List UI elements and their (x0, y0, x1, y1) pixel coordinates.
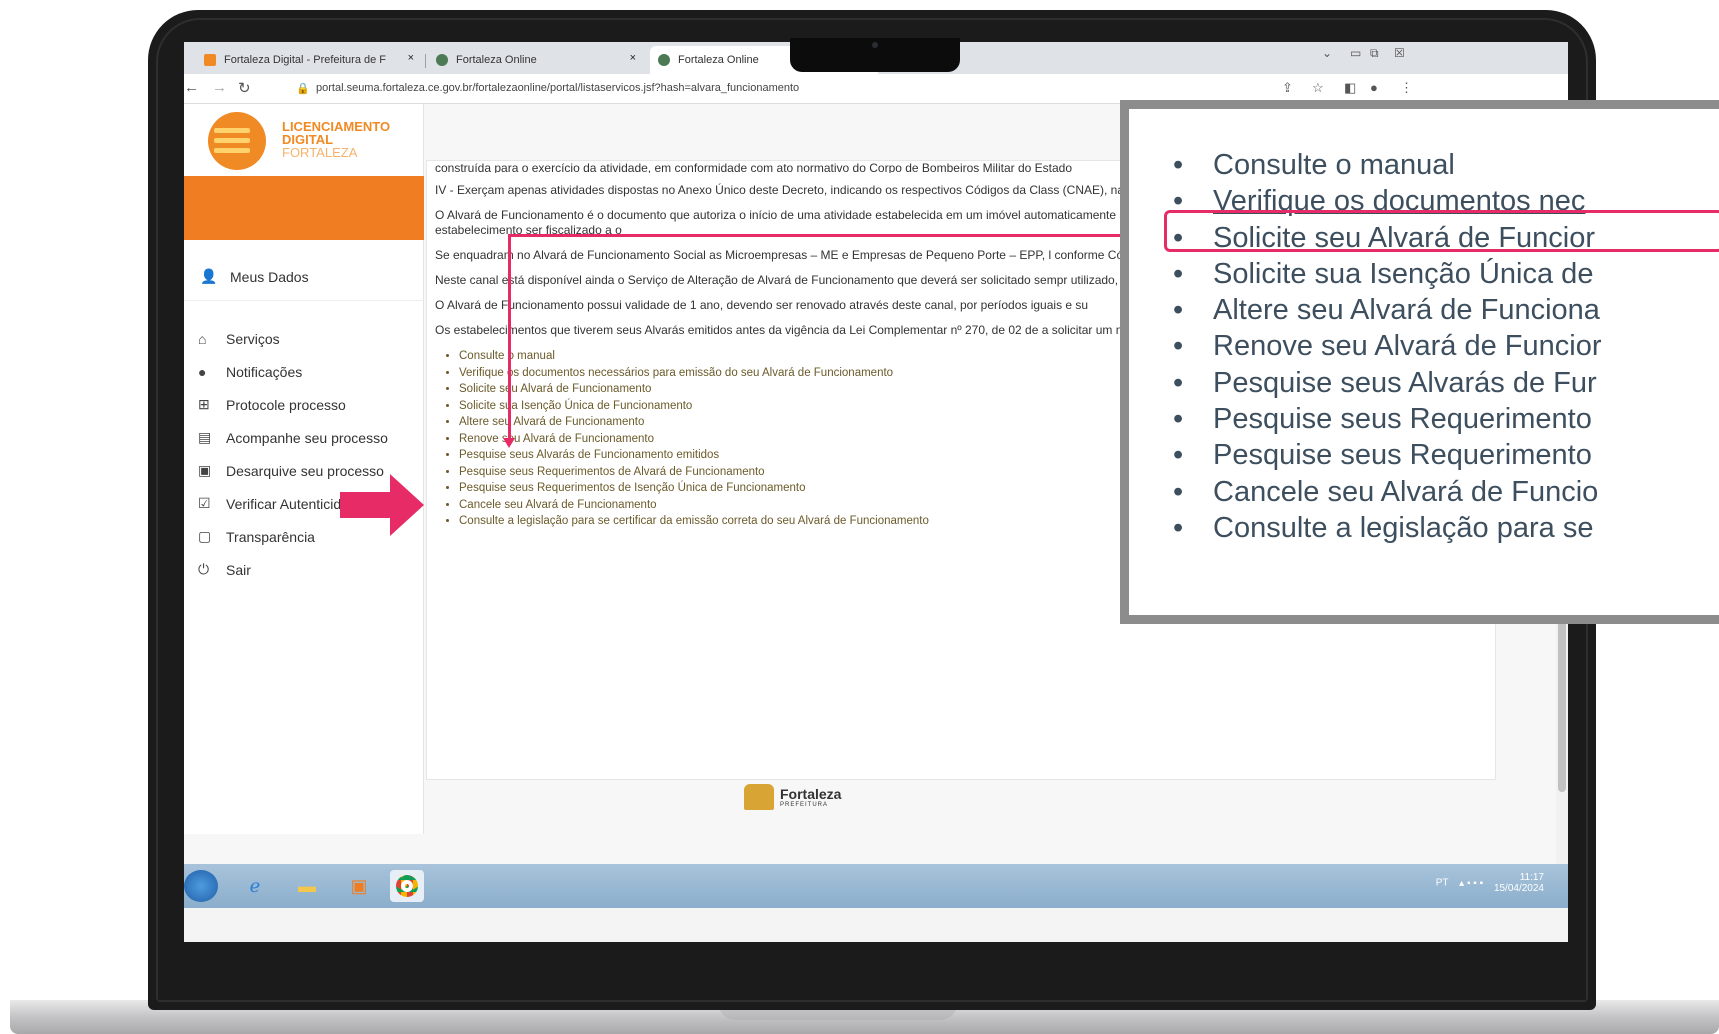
footer-brand: Fortaleza (780, 786, 842, 802)
zoom-highlight-box (1164, 210, 1719, 252)
logo-stripe (214, 138, 250, 143)
language-indicator[interactable]: PT (1436, 878, 1449, 889)
media-player-icon[interactable]: ▣ (342, 870, 376, 902)
folder-icon[interactable]: ▬ (290, 870, 324, 902)
minimize-icon[interactable]: ▭ (1350, 46, 1361, 60)
sidebar-item-acompanhe[interactable]: ▤ Acompanhe seu processo (198, 421, 418, 454)
sidebar-menu: ⌂ Serviços ● Notificações ⊞ Protocole proce… (198, 322, 418, 586)
forward-icon[interactable]: → (212, 79, 227, 96)
chrome-icon[interactable] (390, 870, 424, 902)
favicon-icon (436, 54, 448, 66)
user-banner (184, 176, 424, 240)
sidebar-item-label: Transparência (226, 528, 315, 545)
sidebar-item-label: Serviços (226, 330, 280, 347)
document-icon: ▢ (198, 528, 212, 544)
sidebar-item-notificacoes[interactable]: ● Notificações (198, 355, 418, 388)
tab-close-icon[interactable]: × (630, 52, 636, 64)
bookmark-star-icon[interactable]: ☆ (1312, 80, 1324, 96)
city-crest-icon (744, 784, 774, 810)
clock-time: 11:17 (1519, 872, 1544, 883)
sidebar-item-protocole[interactable]: ⊞ Protocole processo (198, 388, 418, 421)
browser-tab-1[interactable]: Fortaleza Digital - Prefeitura de F × (196, 46, 424, 74)
share-icon[interactable]: ⇪ (1282, 80, 1293, 96)
zoom-callout: Consulte o manual Verifique os documento… (1120, 100, 1719, 624)
divider (184, 300, 424, 301)
tab-separator (425, 54, 426, 68)
internet-explorer-icon[interactable]: ℯ (238, 870, 272, 902)
tab-label: Fortaleza Online (678, 54, 759, 66)
windows-taskbar: ℯ ▬ ▣ PT ▴ ▪ ▪ ▪ 11:17 15/04/2024 (184, 864, 1568, 908)
zoom-item: Pesquise seus Requerimento (1173, 401, 1602, 438)
footer-sub: PREFEITURA (780, 802, 829, 808)
logo-text: LICENCIAMENTO DIGITAL FORTALEZA (282, 120, 390, 159)
home-icon: ⌂ (198, 330, 207, 347)
archive-icon: ▣ (198, 462, 212, 478)
zoom-item: Pesquise seus Requerimento (1173, 437, 1602, 474)
list-icon: ▤ (198, 429, 212, 445)
zoom-item: Pesquise seus Alvarás de Fur (1173, 365, 1602, 402)
start-button-icon[interactable] (184, 870, 218, 902)
favicon-icon (658, 54, 670, 66)
sidebar-item-servicos[interactable]: ⌂ Serviços (198, 322, 418, 355)
system-tray: PT ▴ ▪ ▪ ▪ 11:17 15/04/2024 (1436, 872, 1544, 894)
zoom-item: Renove seu Alvará de Funcior (1173, 328, 1601, 365)
info-icon: ● (198, 363, 207, 380)
profile-icon[interactable]: ● (1370, 80, 1378, 95)
footer-logo: Fortaleza PREFEITURA (744, 784, 841, 810)
logo-line: FORTALEZA (282, 145, 358, 160)
user-icon: 👤 (200, 268, 218, 284)
tab-label: Fortaleza Online (456, 54, 537, 66)
browser-tab-2[interactable]: Fortaleza Online × (428, 46, 646, 74)
side-panel-icon[interactable]: ◧ (1344, 80, 1356, 96)
maximize-icon[interactable]: ⧉ (1370, 46, 1379, 61)
window-close-icon[interactable]: ☒ (1394, 46, 1405, 60)
zoom-list: Consulte o manual Verifique os documento… (1173, 147, 1602, 547)
logo-stripe (214, 148, 250, 153)
big-pointer-arrow-icon (340, 474, 424, 536)
menu-dots-icon[interactable]: ⋮ (1400, 80, 1413, 96)
add-document-icon: ⊞ (198, 396, 210, 412)
logo-stripe (214, 128, 250, 133)
sidebar-item-label: Protocole processo (226, 396, 346, 413)
tray-icons: ▴ ▪ ▪ ▪ (1459, 877, 1484, 889)
tab-list-chevron-icon[interactable]: ⌄ (1322, 46, 1332, 60)
zoom-item: Solicite sua Isenção Única de (1173, 256, 1602, 293)
my-data-link[interactable]: 👤 Meus Dados (200, 268, 309, 285)
url-field[interactable]: portal.seuma.fortaleza.ce.gov.br/fortale… (316, 82, 799, 94)
power-icon: ⏻ (198, 561, 210, 577)
zoom-item: Consulte o manual (1173, 147, 1602, 184)
lock-icon: 🔒 (296, 83, 310, 95)
sidebar: LICENCIAMENTO DIGITAL FORTALEZA 👤 Meus D… (184, 104, 424, 834)
camera-icon (872, 42, 878, 48)
back-icon[interactable]: ← (184, 79, 199, 96)
tab-close-icon[interactable]: × (408, 52, 414, 64)
checkbox-icon: ☑ (198, 495, 211, 511)
pointer-line (508, 234, 511, 440)
my-data-label: Meus Dados (230, 268, 309, 285)
zoom-item: Cancele seu Alvará de Funcio (1173, 474, 1602, 511)
sidebar-item-label: Notificações (226, 363, 303, 380)
favicon-icon (204, 54, 216, 66)
zoom-item: Consulte a legislação para se (1173, 510, 1602, 547)
sidebar-item-label: Acompanhe seu processo (226, 429, 388, 446)
pointer-arrowhead-icon (503, 438, 515, 448)
zoom-item: Altere seu Alvará de Funciona (1173, 292, 1602, 329)
clock-date: 15/04/2024 (1493, 883, 1544, 894)
tab-label: Fortaleza Digital - Prefeitura de F (224, 54, 387, 66)
sidebar-item-sair[interactable]: ⏻ Sair (198, 553, 418, 586)
pointer-line (508, 234, 1120, 237)
reload-icon[interactable]: ↻ (238, 79, 251, 97)
sidebar-item-label: Sair (226, 561, 251, 578)
